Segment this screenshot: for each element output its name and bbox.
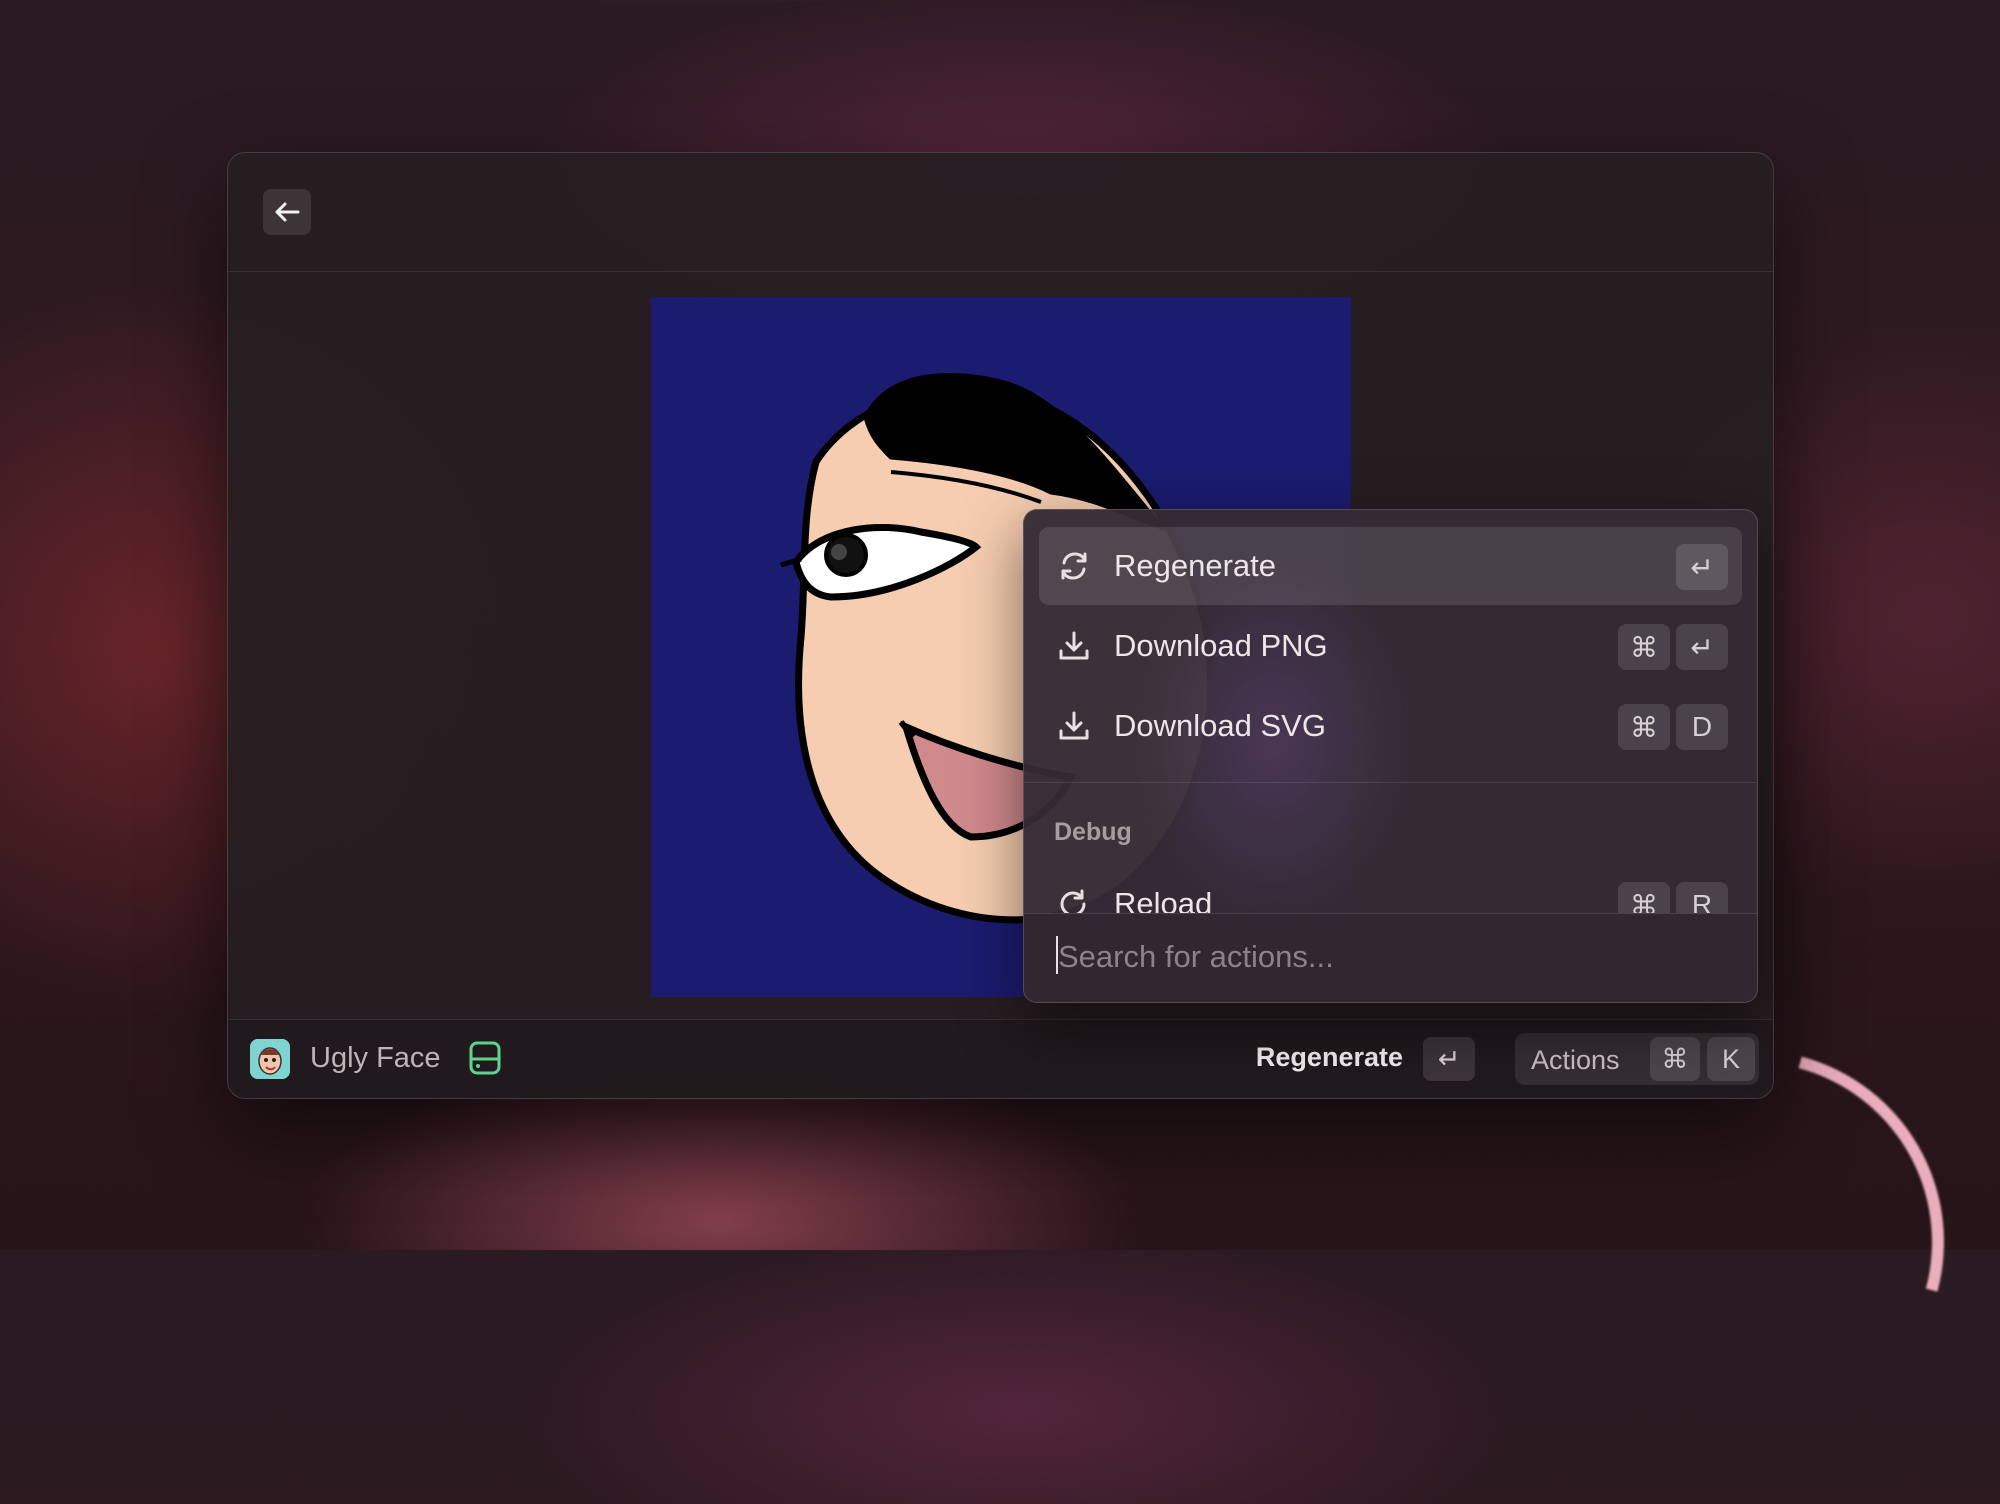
search-bar bbox=[1024, 913, 1757, 1002]
menu-item-label: Download PNG bbox=[1114, 628, 1328, 663]
menu-item-regenerate[interactable]: Regenerate ↵ bbox=[1039, 527, 1742, 605]
enter-key-hint: ↵ bbox=[1676, 544, 1728, 590]
menu-divider bbox=[1024, 782, 1757, 783]
actions-list: Regenerate ↵ Download PNG ⌘ ↵ Download S… bbox=[1024, 510, 1757, 915]
enter-key-hint: ↵ bbox=[1423, 1037, 1475, 1081]
bottom-action-bar: Ugly Face Regenerate ↵ Actions ⌘ K bbox=[228, 1019, 1773, 1098]
menu-item-reload[interactable]: Reload ⌘ R bbox=[1039, 865, 1742, 915]
command-key-hint: ⌘ bbox=[1618, 624, 1670, 670]
shortcut-hint: ⌘ D bbox=[1618, 704, 1728, 750]
refresh-icon bbox=[1061, 552, 1087, 580]
actions-label: Actions bbox=[1531, 1045, 1620, 1075]
enter-key-hint: ↵ bbox=[1676, 624, 1728, 670]
download-icon bbox=[1059, 711, 1089, 740]
d-key-hint: D bbox=[1676, 704, 1728, 750]
menu-item-download-svg[interactable]: Download SVG ⌘ D bbox=[1039, 687, 1742, 765]
section-header-debug: Debug bbox=[1054, 818, 1132, 846]
primary-action-button[interactable]: Regenerate bbox=[1256, 1042, 1403, 1073]
menu-item-download-png[interactable]: Download PNG ⌘ ↵ bbox=[1039, 607, 1742, 685]
command-key-hint: ⌘ bbox=[1650, 1037, 1700, 1081]
shortcut-hint: ↵ bbox=[1676, 544, 1728, 590]
actions-button[interactable]: Actions ⌘ K bbox=[1515, 1033, 1759, 1085]
back-button[interactable] bbox=[263, 189, 311, 235]
extension-title: Ugly Face bbox=[310, 1042, 441, 1074]
menu-item-label: Download SVG bbox=[1114, 708, 1326, 743]
r-key-hint: R bbox=[1676, 882, 1728, 915]
reload-icon bbox=[1060, 889, 1086, 915]
search-input[interactable] bbox=[1056, 934, 1720, 980]
command-key-hint: ⌘ bbox=[1618, 882, 1670, 915]
k-key-hint: K bbox=[1707, 1037, 1755, 1081]
shortcut-hint: ⌘ ↵ bbox=[1618, 624, 1728, 670]
storage-icon bbox=[469, 1041, 501, 1075]
actions-menu: Regenerate ↵ Download PNG ⌘ ↵ Download S… bbox=[1023, 509, 1758, 1003]
menu-item-label: Regenerate bbox=[1114, 548, 1277, 583]
download-icon bbox=[1059, 631, 1089, 660]
arrow-left-icon bbox=[275, 202, 300, 222]
menu-item-label: Reload bbox=[1114, 886, 1213, 915]
extension-icon bbox=[250, 1039, 290, 1079]
top-toolbar bbox=[228, 153, 1773, 272]
command-key-hint: ⌘ bbox=[1618, 704, 1670, 750]
shortcut-hint: ⌘ R bbox=[1618, 882, 1728, 915]
